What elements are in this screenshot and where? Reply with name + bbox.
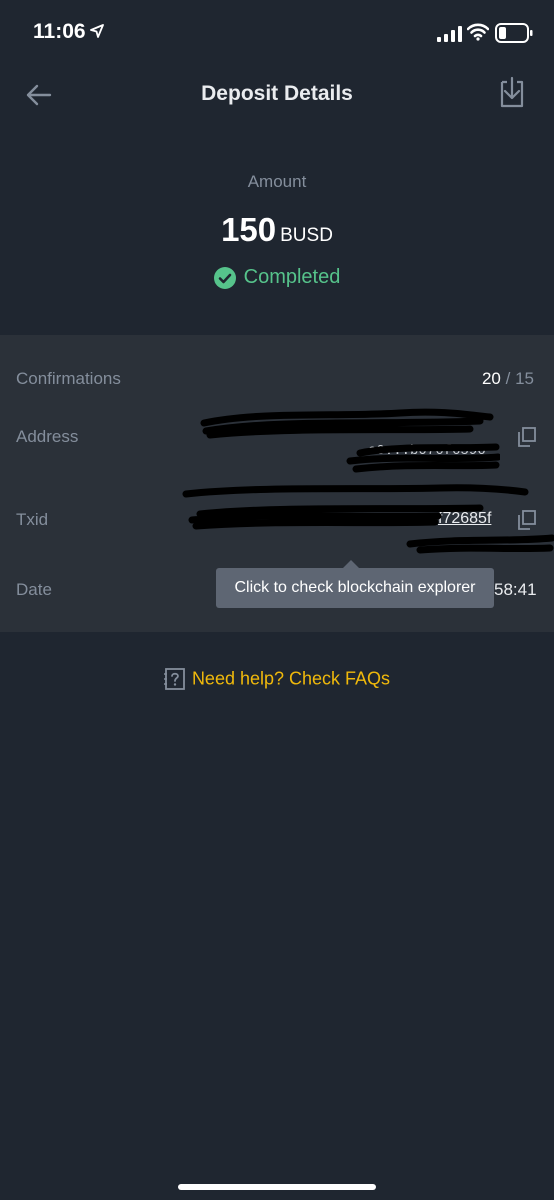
confirmations-separator: / — [505, 369, 511, 388]
confirmations-label: Confirmations — [16, 369, 121, 388]
date-label: Date — [16, 580, 52, 599]
status-bar: 11:06 — [0, 0, 554, 62]
confirmations-required: 15 — [515, 369, 534, 388]
help-icon — [163, 668, 185, 690]
help-faq-link[interactable]: Need help? Check FAQs — [0, 667, 554, 691]
amount-label: Amount — [247, 172, 307, 191]
home-indicator[interactable] — [178, 1184, 376, 1190]
help-faq-text: Need help? Check FAQs — [191, 668, 391, 689]
amount-value: 150 — [221, 211, 277, 248]
signal-icon — [437, 26, 462, 42]
tooltip-arrow — [343, 560, 359, 568]
redaction-scribble — [200, 408, 500, 473]
check-circle-icon — [213, 266, 236, 289]
status-text: Completed — [243, 266, 341, 288]
confirmations-value: 20 / 15 — [482, 369, 534, 389]
date-value: 58:41 — [494, 580, 537, 599]
status-badge: Completed — [0, 266, 554, 289]
page-title: Deposit Details — [201, 82, 353, 105]
txid-label: Txid — [16, 510, 49, 529]
copy-icon[interactable] — [518, 427, 536, 447]
blockchain-explorer-tooltip[interactable]: Click to check blockchain explorer — [216, 568, 494, 608]
header: Deposit Details — [0, 62, 554, 128]
copy-icon[interactable] — [518, 510, 536, 530]
location-arrow-icon — [90, 24, 104, 38]
battery-icon — [495, 23, 533, 43]
txid-link[interactable]: f72685f — [438, 510, 491, 528]
download-icon[interactable] — [496, 76, 528, 110]
address-value: e0...b076f6596 — [368, 443, 486, 459]
wifi-icon — [467, 23, 489, 41]
redaction-scribble — [182, 484, 554, 554]
amount-display: 150 BUSD — [0, 211, 554, 249]
amount-currency: BUSD — [280, 225, 333, 246]
confirmations-current: 20 — [481, 369, 501, 388]
status-time: 11:06 — [33, 20, 86, 43]
address-label: Address — [16, 427, 79, 446]
